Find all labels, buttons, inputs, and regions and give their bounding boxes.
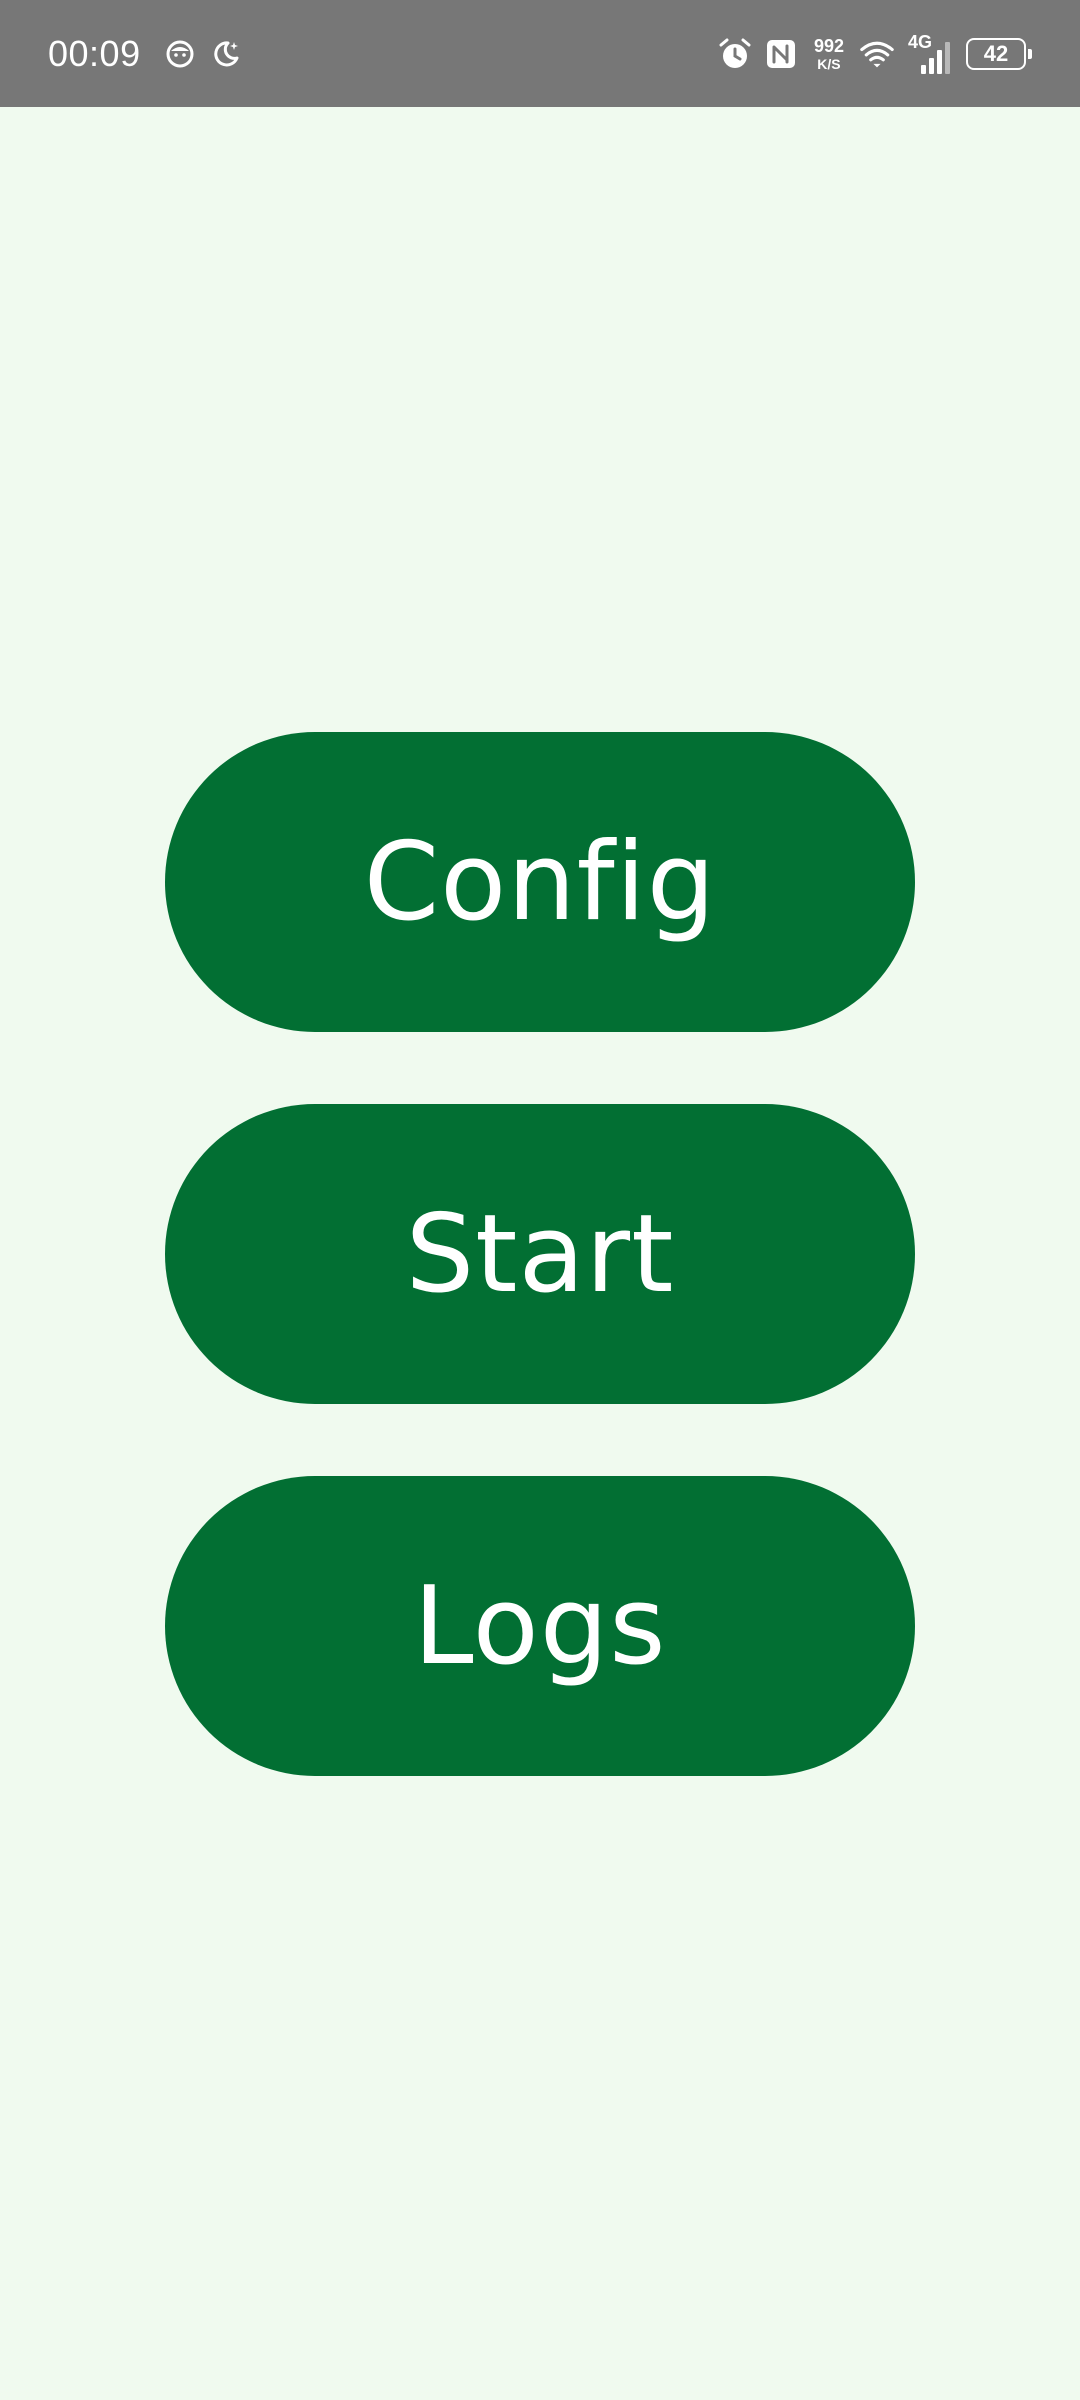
moon-icon [209,37,243,71]
signal-bar [929,57,934,74]
signal-bar [921,64,926,74]
wifi-icon [860,37,894,71]
battery-tip [1028,48,1032,59]
alarm-icon [718,37,752,71]
battery-level: 42 [966,37,1026,70]
signal-bar [945,41,950,74]
nfc-icon [764,37,798,71]
battery-icon: 42 [966,37,1032,70]
status-time: 00:09 [48,32,141,74]
network-speed-value: 992 [813,35,844,56]
status-left: 00:09 [48,0,255,107]
face-notification-icon [163,37,197,71]
signal-bar [937,49,942,74]
main-menu: Config Start Logs [165,732,915,1848]
status-bar: 00:09 992 K/S 4G 42 [0,0,1080,107]
network-type: 4G [908,31,933,52]
start-button[interactable]: Start [165,1104,915,1404]
status-right: 992 K/S 4G 42 [706,0,1032,107]
logs-button[interactable]: Logs [165,1476,915,1776]
network-speed: 992 K/S [814,37,844,71]
network-speed-unit: K/S [817,55,841,72]
config-button[interactable]: Config [165,732,915,1032]
cellular-signal-icon: 4G [908,31,950,74]
